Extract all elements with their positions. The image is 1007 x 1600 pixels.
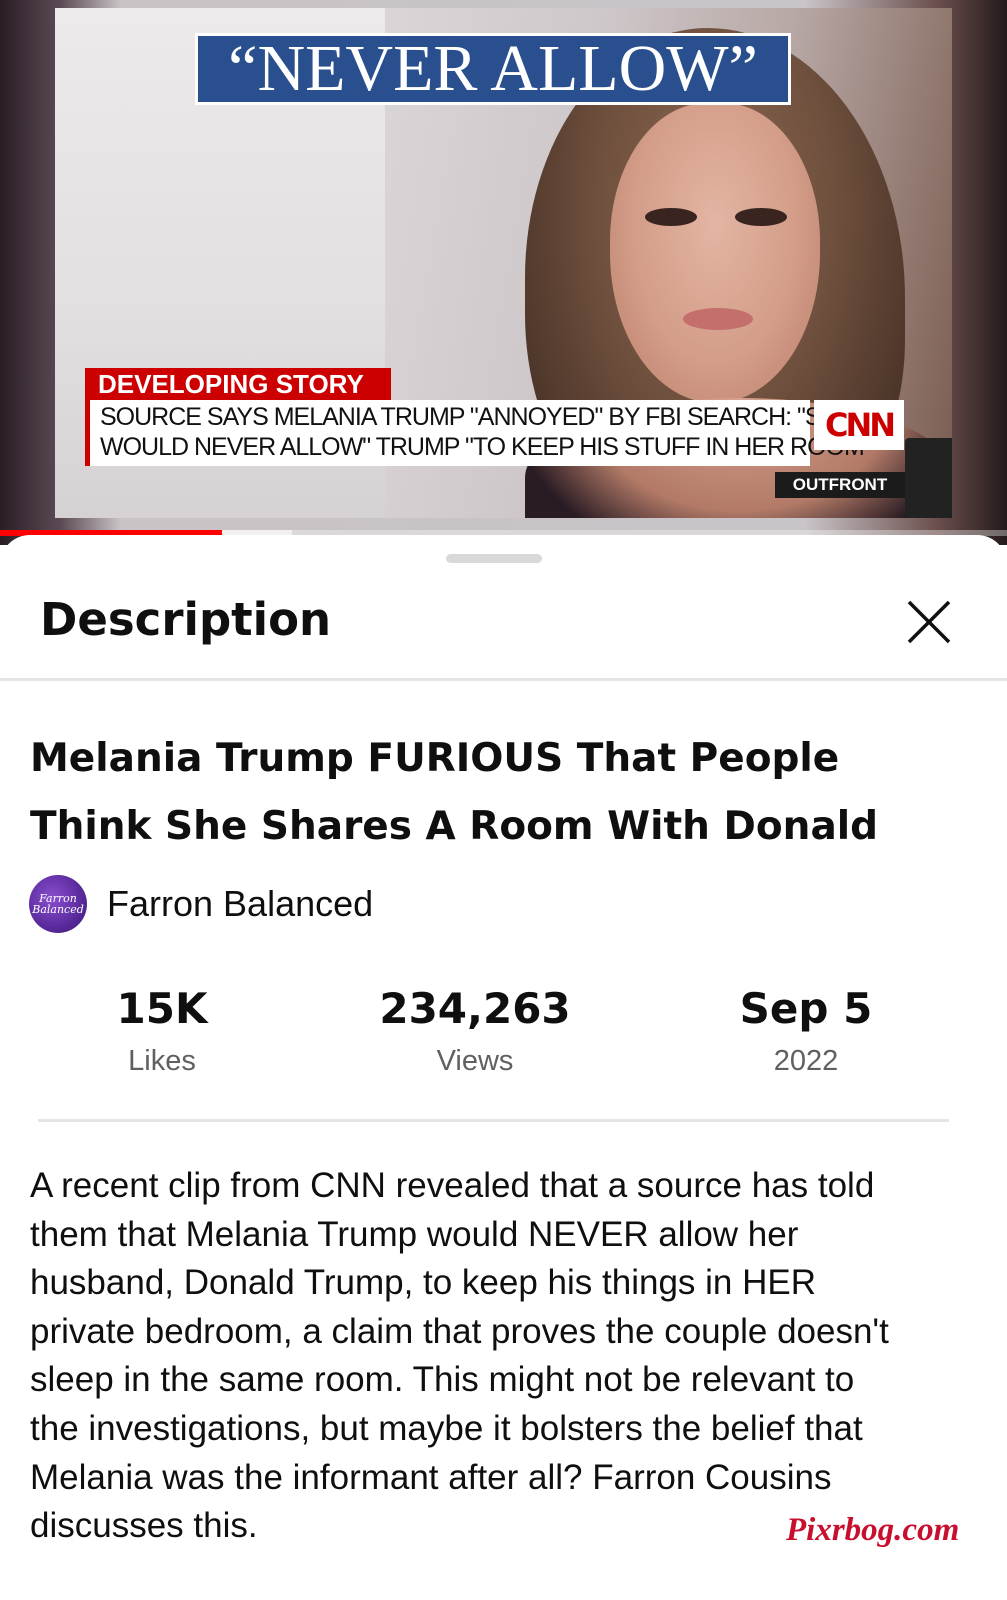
video-title: Melania Trump FURIOUS That People Think …: [30, 736, 879, 849]
video-subject-lips: [683, 308, 753, 330]
views-stat: 234,263 Views: [345, 983, 605, 1087]
sheet-title: Description: [40, 593, 332, 646]
views-label: Views: [436, 1045, 514, 1077]
publish-date: Sep 5: [739, 984, 873, 1033]
description-line: the investigations, but maybe it bolster…: [30, 1408, 863, 1448]
avatar[interactable]: Farron Balanced: [29, 875, 87, 933]
video-subject-eye: [645, 208, 697, 226]
watermark: Pixrbog.com: [786, 1512, 960, 1548]
news-chyron: SOURCE SAYS MELANIA TRUMP "ANNOYED" BY F…: [85, 400, 873, 466]
close-button[interactable]: [902, 595, 956, 649]
chyron-line: SOURCE SAYS MELANIA TRUMP "ANNOYED" BY F…: [100, 403, 854, 431]
description-line: A recent clip from CNN revealed that a s…: [30, 1166, 875, 1205]
description-line: private bedroom, a claim that proves the…: [30, 1311, 889, 1351]
video-subject-eye: [735, 208, 787, 226]
stats-row: 15K Likes 234,263 Views Sep 5 2022: [0, 983, 1007, 1093]
channel-name[interactable]: Farron Balanced: [107, 883, 373, 925]
publish-year: 2022: [773, 1045, 839, 1077]
description-sheet: Description Melania Trump FURIOUS That P…: [0, 535, 1007, 1600]
likes-label: Likes: [128, 1045, 196, 1077]
divider: [0, 678, 1007, 681]
views-count: 234,263: [379, 984, 571, 1033]
microphone: [905, 438, 952, 518]
description-line: them that Melania Trump would NEVER allo…: [30, 1214, 799, 1254]
network-logo: CNN: [814, 400, 904, 450]
video-subject-face: [610, 103, 820, 403]
quote-banner: “NEVER ALLOW”: [195, 33, 791, 105]
drag-handle[interactable]: [446, 554, 542, 563]
likes-count: 15K: [116, 984, 208, 1033]
description-line: sleep in the same room. This might not b…: [30, 1360, 855, 1400]
channel-row[interactable]: Farron Balanced Farron Balanced: [29, 875, 373, 933]
developing-story-tag: DEVELOPING STORY: [85, 368, 391, 400]
description-line: Melania was the informant after all? Far…: [30, 1457, 832, 1497]
divider: [38, 1119, 949, 1122]
chyron-line: WOULD NEVER ALLOW" TRUMP "TO KEEP HIS ST…: [100, 433, 873, 461]
show-name-badge: OUTFRONT: [775, 472, 905, 498]
close-icon: [907, 600, 951, 644]
description-text: A recent clip from CNN revealed that a s…: [30, 1162, 980, 1551]
date-stat: Sep 5 2022: [676, 983, 936, 1087]
likes-stat: 15K Likes: [32, 983, 292, 1087]
video-player[interactable]: “NEVER ALLOW” DEVELOPING STORY SOURCE SA…: [0, 0, 1007, 545]
description-line: husband, Donald Trump, to keep his thing…: [30, 1263, 816, 1303]
